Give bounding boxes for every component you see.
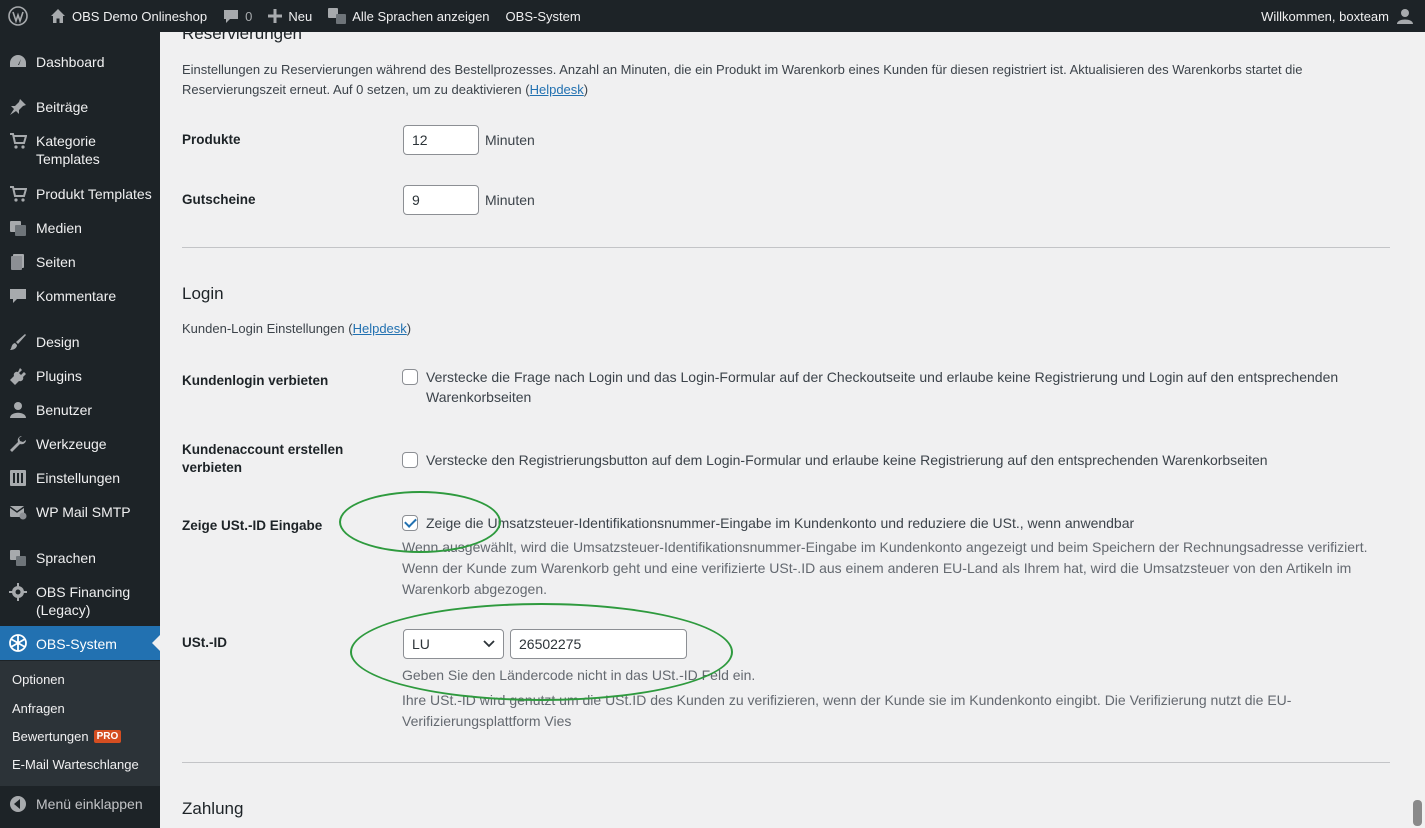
section-divider [182,247,1390,248]
avatar-icon [1397,9,1413,24]
obs-system-link[interactable]: OBS-System [498,0,589,32]
snowflake-icon [8,633,28,653]
sidebar-item-wp-mail-smtp[interactable]: WP Mail SMTP [0,502,160,522]
reservations-description: Einstellungen zu Reservierungen während … [182,62,1303,97]
reservations-title: Reservierungen [182,32,303,43]
login-helpdesk-link[interactable]: Helpdesk [353,321,407,336]
comments-count: 0 [245,8,253,24]
pages-icon [8,252,28,272]
dashboard-icon [8,52,28,72]
sidebar-item-dashboard[interactable]: Dashboard [0,52,160,72]
forbid-account-label: Kundenaccount erstellen verbieten [182,442,344,475]
account-menu[interactable]: Willkommen, boxteam [1253,0,1425,32]
admin-bar: OBS Demo Onlineshop 0 Neu Alle Sprachen … [0,0,1425,32]
obs-label: OBS-System [505,8,581,24]
translate-icon [8,548,28,568]
pin-icon [8,97,28,117]
site-name-link[interactable]: OBS Demo Onlineshop [42,0,215,32]
forbid-account-checkbox[interactable] [402,452,418,468]
cart-icon [8,184,28,204]
home-icon [51,9,65,23]
obs-system-submenu: Optionen Anfragen Bewertungen PRO E-Mail … [0,661,160,786]
vat-help-verification: Ihre USt.-ID wird genutzt um die USt.ID … [402,692,1292,729]
settings-icon [8,468,28,488]
products-label: Produkte [182,132,241,147]
sidebar-item-settings[interactable]: Einstellungen [0,468,160,488]
scrollbar-thumb[interactable] [1413,800,1422,826]
payment-title: Zahlung [182,799,244,818]
vouchers-label: Gutscheine [182,192,256,207]
forbid-account-text: Verstecke den Registrierungsbutton auf d… [426,452,1268,468]
media-icon [8,218,28,238]
sidebar-item-languages[interactable]: Sprachen [0,548,160,568]
plus-icon [268,9,283,23]
user-icon [8,400,28,420]
forbid-login-text: Verstecke die Frage nach Login und das L… [426,369,1339,405]
chevron-down-icon [483,640,495,648]
site-name: OBS Demo Onlineshop [72,8,208,24]
vat-input-help: Wenn ausgewählt, wird die Umsatzsteuer-I… [402,539,1368,597]
submenu-item-reviews[interactable]: Bewertungen PRO [12,729,122,744]
wrench-icon [8,434,28,454]
submenu-item-options[interactable]: Optionen [12,672,65,687]
new-label: Neu [288,8,313,24]
sidebar-item-category-templates[interactable]: Kategorie Templates [0,131,160,168]
vat-input-text: Zeige die Umsatzsteuer-Identifikationsnu… [426,515,1135,531]
brush-icon [8,332,28,352]
new-content-link[interactable]: Neu [260,0,320,32]
vat-id-label: USt.-ID [182,635,227,650]
forbid-login-label: Kundenlogin verbieten [182,373,329,388]
gear-icon [8,582,28,602]
comment-icon [8,286,28,306]
products-unit: Minuten [485,132,535,148]
vat-country-select[interactable]: LU [403,629,504,659]
admin-sidebar: Dashboard Beiträge Kategorie Templates P… [0,32,160,828]
comment-icon [224,10,239,23]
sidebar-item-comments[interactable]: Kommentare [0,286,160,306]
sidebar-item-obs-financing[interactable]: OBS Financing (Legacy) [0,582,160,619]
products-minutes-input[interactable] [403,125,479,155]
vat-help-country-code: Geben Sie den Ländercode nicht in das US… [402,667,756,683]
forbid-account-option: Verstecke den Registrierungsbutton auf d… [402,450,1392,470]
plugin-icon [8,366,28,386]
vouchers-unit: Minuten [485,192,535,208]
wordpress-logo-icon[interactable] [0,0,42,32]
vat-input-option: Zeige die Umsatzsteuer-Identifikationsnu… [402,513,1392,533]
languages-link[interactable]: Alle Sprachen anzeigen [320,0,497,32]
login-description: Kunden-Login Einstellungen (Helpdesk) [182,321,412,336]
vat-number-input[interactable] [510,629,687,659]
forbid-login-option: Verstecke die Frage nach Login und das L… [402,367,1392,407]
pro-badge: PRO [93,730,122,743]
welcome-text: Willkommen, boxteam [1261,8,1389,24]
sidebar-item-obs-system[interactable]: OBS-System [0,626,160,660]
comments-link[interactable]: 0 [215,0,260,32]
cart-icon [8,131,28,151]
sidebar-item-users[interactable]: Benutzer [0,400,160,420]
main-content: Reservierungen Einstellungen zu Reservie… [160,32,1410,828]
forbid-login-checkbox[interactable] [402,369,418,385]
sidebar-item-design[interactable]: Design [0,332,160,352]
sidebar-item-tools[interactable]: Werkzeuge [0,434,160,454]
collapse-icon [8,794,28,814]
translate-icon [328,8,347,24]
sidebar-item-plugins[interactable]: Plugins [0,366,160,386]
section-divider [182,762,1390,763]
mail-icon [8,502,28,522]
vat-input-checkbox[interactable] [402,515,418,531]
sidebar-item-product-templates[interactable]: Produkt Templates [0,184,160,204]
collapse-menu-button[interactable]: Menü einklappen [0,794,160,814]
sidebar-item-media[interactable]: Medien [0,218,160,238]
vat-input-label: Zeige USt.-ID Eingabe [182,518,323,533]
vat-country-value: LU [412,636,430,652]
sidebar-item-pages[interactable]: Seiten [0,252,160,272]
page-scrollbar[interactable] [1410,32,1425,828]
submenu-item-requests[interactable]: Anfragen [12,701,65,716]
vouchers-minutes-input[interactable] [403,185,479,215]
reservations-helpdesk-link[interactable]: Helpdesk [530,82,584,97]
sidebar-item-posts[interactable]: Beiträge [0,97,160,117]
login-title: Login [182,284,224,303]
languages-label: Alle Sprachen anzeigen [352,8,490,24]
submenu-item-email-queue[interactable]: E-Mail Warteschlange [12,757,139,772]
